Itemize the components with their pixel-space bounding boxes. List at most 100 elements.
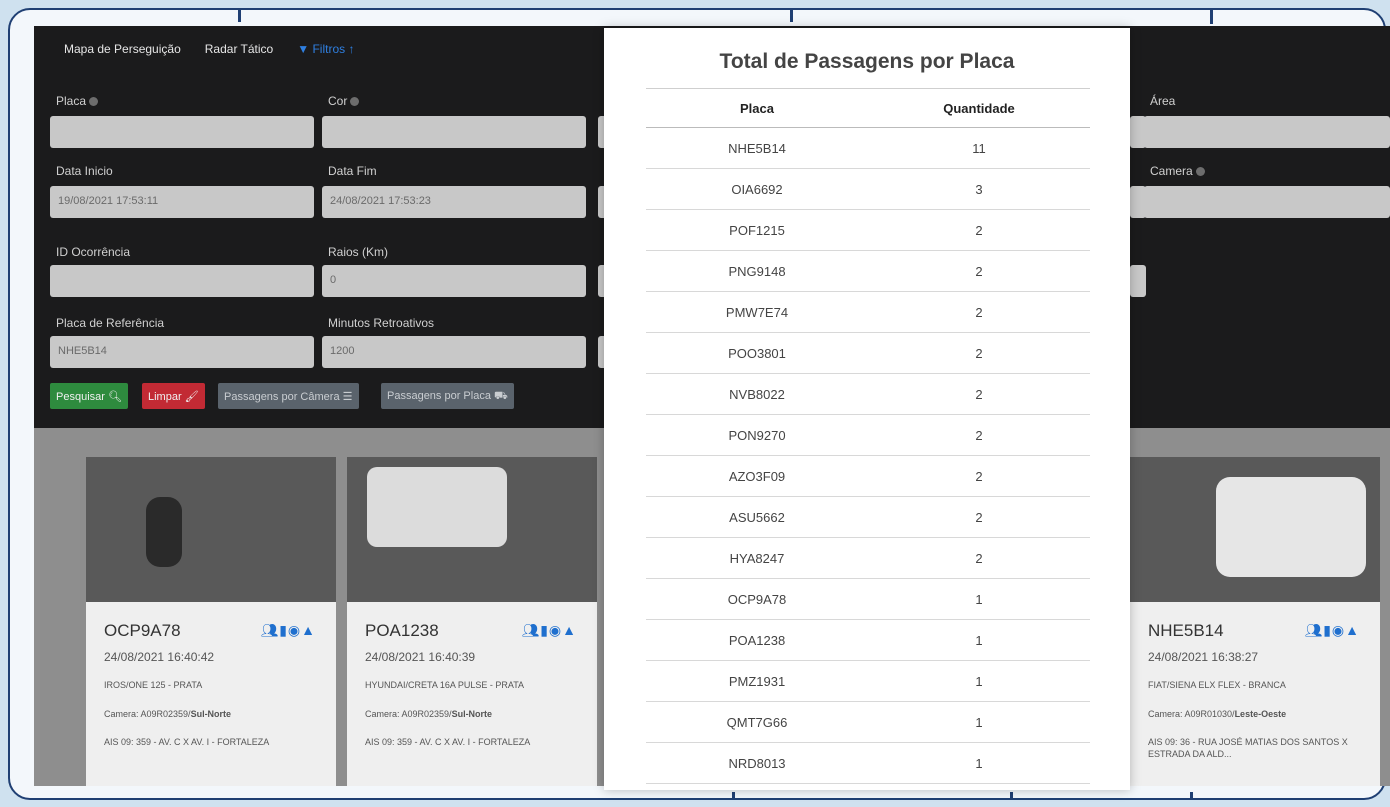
cell-quantidade: 1	[975, 632, 983, 648]
placa-ref-input[interactable]: NHE5B14	[50, 336, 314, 368]
cell-quantidade: 2	[975, 304, 983, 320]
nav-radar-tatico[interactable]: Radar Tático	[205, 42, 273, 56]
hidden-input-edge[interactable]	[1130, 186, 1146, 218]
list-icon: ☰	[342, 391, 353, 403]
cell-placa: OIA6692	[731, 181, 783, 197]
passagens-table: Placa Quantidade NHE5B14 11 OIA6692 3 POF121…	[646, 88, 1090, 784]
card-time: 24/08/2021 16:40:39	[365, 650, 476, 664]
table-row: AZO3F09 2	[646, 456, 1090, 497]
hidden-input-edge[interactable]	[1130, 265, 1146, 297]
card-address: AIS 09: 36 - RUA JOSÉ MATIAS DOS SANTOS …	[1148, 737, 1348, 759]
info-icon	[350, 97, 360, 106]
card-action-icons[interactable]: 👥︎▮◉▲	[521, 622, 577, 639]
vehicle-photo	[86, 457, 336, 602]
cell-placa: POA1238	[728, 632, 786, 648]
vehicle-card[interactable]: OCP9A78 👥︎▮◉▲ 24/08/2021 16:40:42 IROS/O…	[86, 457, 336, 786]
vehicle-photo	[347, 457, 597, 602]
limpar-label: Limpar	[148, 391, 182, 403]
card-model: IROS/ONE 125 - PRATA	[104, 680, 203, 690]
table-row: QMT7G66 1	[646, 702, 1090, 743]
card-model: FIAT/SIENA ELX FLEX - BRANCA	[1148, 680, 1286, 690]
minutos-input[interactable]: 1200	[322, 336, 586, 368]
table-row: PNG9148 2	[646, 251, 1090, 292]
card-action-icons[interactable]: 👥︎▮◉▲	[1304, 622, 1360, 639]
raios-label: Raios (Km)	[328, 245, 389, 259]
id-ocorrencia-label: ID Ocorrência	[56, 245, 131, 259]
passagens-placa-label: Passagens por Placa	[387, 390, 491, 402]
table-body: NHE5B14 11 OIA6692 3 POF1215 2 PNG9148 2 PMW7E74…	[646, 128, 1090, 784]
table-row: HYA8247 2	[646, 538, 1090, 579]
cell-placa: AZO3F09	[728, 468, 786, 484]
limpar-button[interactable]: Limpar 🖌︎	[142, 383, 205, 409]
cell-placa: POO3801	[728, 345, 786, 361]
cell-quantidade: 1	[975, 755, 983, 771]
passagens-placa-button[interactable]: Passagens por Placa ⛟	[381, 383, 514, 409]
data-inicio-label: Data Inicio	[56, 164, 113, 178]
table-row: POO3801 2	[646, 333, 1090, 374]
placa-ref-label: Placa de Referência	[56, 316, 165, 330]
data-fim-input[interactable]: 24/08/2021 17:53:23	[322, 186, 586, 218]
cell-placa: QMT7G66	[726, 714, 788, 730]
table-row: NVB8022 2	[646, 374, 1090, 415]
placa-input[interactable]	[50, 116, 314, 148]
nav-mapa-perseguicao[interactable]: Mapa de Perseguição	[64, 42, 181, 56]
vehicle-photo	[1130, 457, 1380, 602]
cor-input[interactable]	[322, 116, 586, 148]
table-row: ASU5662 2	[646, 497, 1090, 538]
raios-input[interactable]: 0	[322, 265, 586, 297]
area-label: Área	[1150, 94, 1176, 108]
minutos-label: Minutos Retroativos	[328, 316, 435, 330]
cell-quantidade: 2	[975, 345, 983, 361]
passagens-camera-button[interactable]: Passagens por Câmera ☰	[218, 383, 359, 409]
table-row: OIA6692 3	[646, 169, 1090, 210]
filter-icon: ▼	[297, 42, 310, 56]
car-icon: ⛟	[494, 390, 508, 402]
data-inicio-input[interactable]: 19/08/2021 17:53:11	[50, 186, 314, 218]
filter-toggle[interactable]: ▼ Filtros ↑	[297, 42, 354, 56]
vehicle-card[interactable]: NHE5B14 👥︎▮◉▲ 24/08/2021 16:38:27 FIAT/S…	[1130, 457, 1380, 786]
table-row: POF1215 2	[646, 210, 1090, 251]
table-row: PMZ1931 1	[646, 661, 1090, 702]
vehicle-card[interactable]: POA1238 👥︎▮◉▲ 24/08/2021 16:40:39 HYUNDA…	[347, 457, 597, 786]
cell-quantidade: 1	[975, 714, 983, 730]
cell-placa: HYA8247	[729, 550, 785, 566]
passagens-por-placa-modal: Total de Passagens por Placa Placa Quant…	[604, 28, 1130, 790]
table-header: Placa Quantidade	[646, 88, 1090, 128]
card-action-icons[interactable]: 👥︎▮◉▲	[260, 622, 316, 639]
camera-input[interactable]	[1144, 186, 1390, 218]
card-address: AIS 09: 359 - AV. C X AV. I - FORTALEZA	[365, 737, 531, 747]
cell-quantidade: 2	[975, 550, 983, 566]
decorative-line	[790, 10, 793, 22]
card-time: 24/08/2021 16:38:27	[1148, 650, 1259, 664]
modal-title: Total de Passagens por Placa	[719, 50, 1015, 73]
area-input[interactable]	[1144, 116, 1390, 148]
search-icon: 🔍︎	[107, 391, 122, 403]
top-nav: Mapa de Perseguição Radar Tático ▼ Filtr…	[64, 42, 354, 56]
arrow-up-icon: ↑	[348, 42, 355, 56]
id-ocorrencia-input[interactable]	[50, 265, 314, 297]
cell-quantidade: 11	[972, 140, 986, 156]
data-fim-label: Data Fim	[328, 164, 377, 178]
cell-placa: ASU5662	[729, 509, 785, 525]
hidden-input-edge[interactable]	[1130, 116, 1146, 148]
cell-quantidade: 1	[975, 673, 983, 689]
cell-quantidade: 2	[975, 509, 983, 525]
table-row: OCP9A78 1	[646, 579, 1090, 620]
cell-placa: NRD8013	[728, 755, 786, 771]
placa-label: Placa	[56, 94, 99, 108]
decorative-line	[1210, 10, 1213, 24]
cell-placa: OCP9A78	[727, 591, 787, 607]
cell-quantidade: 1	[975, 591, 983, 607]
card-camera: Camera: A09R02359/Sul-Norte	[365, 709, 493, 719]
card-model: HYUNDAI/CRETA 16A PULSE - PRATA	[365, 680, 525, 690]
card-plate: POA1238	[365, 621, 439, 640]
table-row: PON9270 2	[646, 415, 1090, 456]
cell-quantidade: 2	[975, 386, 983, 402]
decorative-line	[1190, 792, 1193, 798]
info-icon	[1195, 167, 1205, 176]
pesquisar-button[interactable]: Pesquisar 🔍︎	[50, 383, 128, 409]
cell-quantidade: 2	[975, 427, 983, 443]
cell-placa: PMZ1931	[728, 673, 786, 689]
info-icon	[89, 97, 99, 106]
column-header-quantidade: Quantidade	[943, 100, 1015, 116]
